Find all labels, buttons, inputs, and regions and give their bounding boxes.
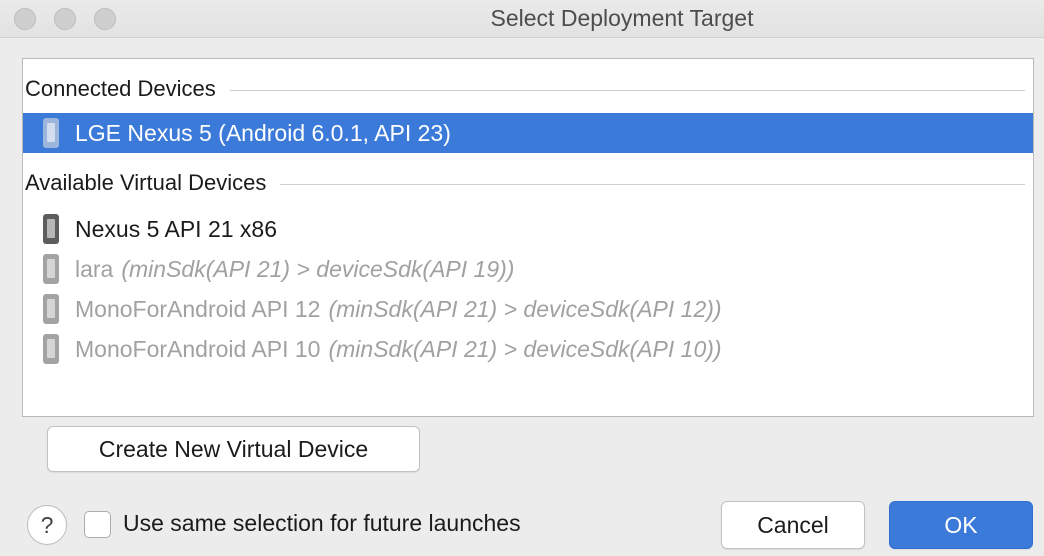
connected-devices-header: Connected Devices: [25, 74, 1025, 104]
incompatibility-note: (minSdk(API 21) > deviceSdk(API 19)): [121, 255, 515, 282]
device-row-lge-nexus-5[interactable]: LGE Nexus 5 (Android 6.0.1, API 23): [23, 113, 1033, 153]
virtual-devices-label: Available Virtual Devices: [25, 170, 267, 195]
title-bar: Select Deployment Target: [0, 0, 1044, 38]
cancel-button[interactable]: Cancel: [721, 501, 865, 549]
future-launches-checkbox[interactable]: [84, 511, 111, 538]
phone-icon: [43, 214, 59, 244]
connected-devices-label: Connected Devices: [25, 76, 216, 101]
device-list[interactable]: Connected Devices LGE Nexus 5 (Android 6…: [22, 58, 1034, 417]
create-new-virtual-device-button[interactable]: Create New Virtual Device: [47, 426, 420, 472]
phone-icon: [43, 254, 59, 284]
future-launches-label[interactable]: Use same selection for future launches: [123, 510, 521, 537]
help-button[interactable]: ?: [27, 505, 67, 545]
device-name: MonoForAndroid API 12: [75, 295, 321, 322]
section-divider: [229, 89, 1025, 91]
ok-button[interactable]: OK: [889, 501, 1033, 549]
device-row-nexus-5-api-21[interactable]: Nexus 5 API 21 x86: [23, 209, 1033, 249]
device-name: LGE Nexus 5 (Android 6.0.1, API 23): [75, 119, 451, 146]
device-name: MonoForAndroid API 10: [75, 335, 321, 362]
section-divider: [280, 183, 1025, 185]
device-row-monoforandroid-api-12: MonoForAndroid API 12 (minSdk(API 21) > …: [23, 289, 1033, 329]
device-name: lara: [75, 255, 114, 282]
deployment-dialog: Select Deployment Target Connected Devic…: [0, 0, 1044, 556]
virtual-devices-header: Available Virtual Devices: [25, 168, 1025, 198]
incompatibility-note: (minSdk(API 21) > deviceSdk(API 10)): [328, 335, 722, 362]
device-row-lara: lara (minSdk(API 21) > deviceSdk(API 19)…: [23, 249, 1033, 289]
device-row-monoforandroid-api-10: MonoForAndroid API 10 (minSdk(API 21) > …: [23, 329, 1033, 369]
phone-icon: [43, 118, 59, 148]
window-title: Select Deployment Target: [490, 5, 754, 31]
device-name: Nexus 5 API 21 x86: [75, 215, 278, 242]
incompatibility-note: (minSdk(API 21) > deviceSdk(API 12)): [328, 295, 722, 322]
phone-icon: [43, 294, 59, 324]
phone-icon: [43, 334, 59, 364]
